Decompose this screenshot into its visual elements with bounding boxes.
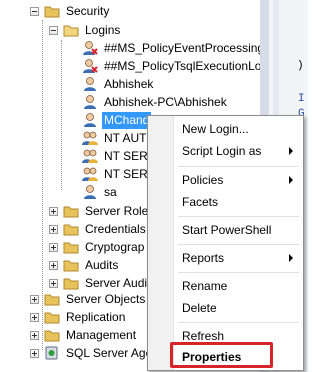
login-item-label: ##MS_PolicyEventProcessing	[104, 40, 260, 55]
collapse-icon[interactable]	[30, 6, 39, 16]
folder-icon	[63, 278, 79, 290]
tree-node-audits[interactable]: Audits	[49, 255, 120, 275]
menu-item-reports[interactable]: Reports	[176, 247, 301, 269]
menu-item-delete[interactable]: Delete	[176, 297, 301, 319]
menu-item-new-login[interactable]: New Login...	[176, 118, 301, 140]
menu-item-label: Policies	[182, 173, 224, 187]
tree-node-sql-server-agent[interactable]: SQL Server Age	[30, 343, 154, 363]
folder-icon	[44, 330, 60, 342]
menu-item-script-login-as[interactable]: Script Login as	[176, 140, 301, 162]
login-user-icon	[83, 59, 98, 73]
menu-item-properties[interactable]: Properties	[176, 346, 301, 368]
menu-item-label: New Login...	[182, 122, 249, 136]
tree-node-security[interactable]: Security	[30, 1, 111, 21]
menu-item-label: Refresh	[182, 329, 225, 343]
login-item-label: Abhishek-PC\Abhishek	[104, 94, 227, 109]
folder-open-icon	[63, 25, 79, 37]
tree-node-credentials[interactable]: Credentials	[49, 219, 148, 239]
login-item[interactable]: Abhishek	[82, 74, 155, 94]
login-user-icon	[84, 113, 96, 127]
expand-icon[interactable]	[30, 312, 39, 322]
menu-item-refresh[interactable]: Refresh	[176, 325, 301, 347]
expand-icon[interactable]	[49, 206, 58, 216]
tree-node-label: Cryptograp	[85, 239, 145, 254]
menu-item-label: Properties	[182, 350, 242, 364]
menu-item-rename[interactable]: Rename	[176, 275, 301, 297]
menu-separator	[178, 244, 299, 245]
context-menu: New Login... Script Login as Policies Fa…	[147, 115, 304, 371]
folder-icon	[63, 224, 79, 236]
login-item-label: sa	[104, 184, 117, 199]
tree-node-cryptographic[interactable]: Cryptograp	[49, 237, 146, 257]
menu-separator	[178, 272, 299, 273]
tree-connector-line	[61, 40, 62, 190]
login-user-icon	[83, 41, 98, 55]
login-user-icon	[84, 185, 96, 199]
login-user-icon	[84, 77, 96, 91]
tree-node-label: SQL Server Age	[66, 345, 153, 360]
tree-node-server-objects[interactable]: Server Objects	[30, 289, 147, 309]
folder-icon	[63, 260, 79, 272]
tree-node-label: Audits	[85, 257, 119, 272]
menu-item-start-powershell[interactable]: Start PowerShell	[176, 219, 301, 241]
tree-node-replication[interactable]: Replication	[30, 307, 127, 327]
expand-icon[interactable]	[49, 278, 58, 288]
tree-node-label: Credentials	[85, 221, 146, 236]
folder-icon	[63, 242, 79, 254]
expand-icon[interactable]	[49, 260, 58, 270]
context-menu-gutter	[148, 116, 174, 370]
menu-item-facets[interactable]: Facets	[176, 191, 301, 213]
tree-node-label: Replication	[66, 309, 126, 324]
submenu-arrow-icon	[289, 176, 293, 184]
menu-item-label: Delete	[182, 301, 217, 315]
menu-item-label: Script Login as	[182, 144, 262, 158]
sql-agent-icon	[45, 346, 58, 360]
collapse-icon[interactable]	[49, 25, 58, 35]
login-item[interactable]: ##MS_PolicyEventProcessing	[82, 38, 260, 58]
expand-icon[interactable]	[49, 224, 58, 234]
login-group-icon	[82, 131, 98, 145]
login-item[interactable]: sa	[82, 182, 119, 202]
folder-icon	[63, 206, 79, 218]
login-user-icon	[84, 95, 96, 109]
expand-icon[interactable]	[30, 348, 39, 358]
folder-icon	[44, 6, 60, 18]
submenu-arrow-icon	[289, 147, 293, 155]
login-item-label: Abhishek	[104, 76, 154, 91]
tree-node-label: Server Roles	[85, 203, 155, 218]
login-item-label: MChand	[102, 111, 152, 129]
menu-item-label: Rename	[182, 279, 228, 293]
menu-separator	[178, 166, 299, 167]
tree-node-label: Security	[66, 3, 110, 18]
menu-item-label: Facets	[182, 195, 219, 209]
login-item[interactable]: ##MS_PolicyTsqlExecutionLo	[82, 56, 260, 76]
editor-text-fragment: I	[298, 93, 305, 105]
tree-node-management[interactable]: Management	[30, 325, 138, 345]
tree-node-label: Logins	[85, 22, 121, 37]
menu-item-label: Reports	[182, 251, 225, 265]
tree-node-label: Server Objects	[66, 291, 146, 306]
folder-icon	[44, 312, 60, 324]
menu-item-policies[interactable]: Policies	[176, 169, 301, 191]
login-item[interactable]: Abhishek-PC\Abhishek	[82, 92, 229, 112]
submenu-arrow-icon	[289, 254, 293, 262]
expand-icon[interactable]	[49, 242, 58, 252]
login-item[interactable]: NT AUTH	[82, 128, 157, 148]
expand-icon[interactable]	[30, 330, 39, 340]
tree-node-label: Management	[66, 327, 137, 342]
folder-icon	[44, 294, 60, 306]
login-group-icon	[82, 167, 98, 181]
tree-node-server-roles[interactable]: Server Roles	[49, 201, 156, 221]
expand-icon[interactable]	[30, 294, 39, 304]
menu-separator	[178, 216, 299, 217]
login-group-icon	[82, 149, 98, 163]
login-item-selected[interactable]: MChand	[82, 110, 152, 130]
editor-text-fragment: )	[297, 60, 304, 72]
login-item-label: ##MS_PolicyTsqlExecutionLo	[104, 58, 260, 73]
tree-node-logins[interactable]: Logins	[49, 20, 122, 40]
menu-separator	[178, 322, 299, 323]
menu-item-label: Start PowerShell	[182, 223, 272, 237]
